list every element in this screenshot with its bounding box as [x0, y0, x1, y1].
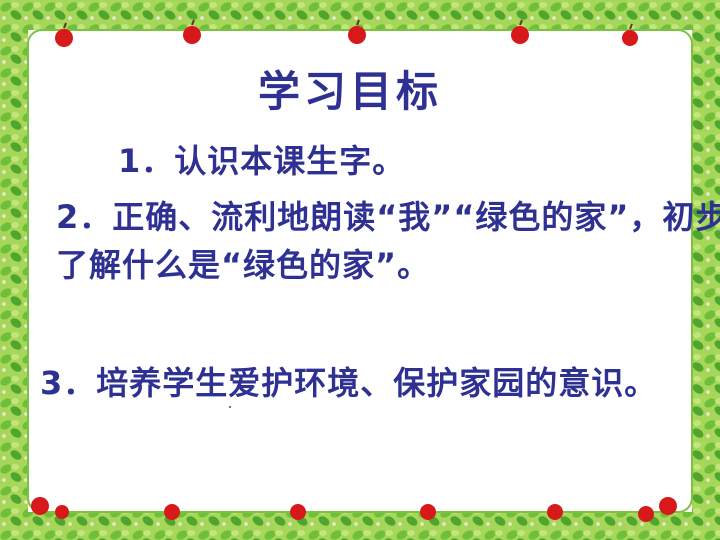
goal-line-2-cont: 了解什么是“绿色的家”。 — [56, 246, 431, 284]
goal-line-1: 1．认识本课生字。 — [118, 142, 406, 180]
slide: 学习目标 1．认识本课生字。 2．正确、流利地朗读“我”“绿色的家”，初步 了解… — [0, 0, 720, 540]
goal-line-2: 2．正确、流利地朗读“我”“绿色的家”，初步 — [56, 198, 720, 236]
goal-line-3: 3．培养学生爱护环境、保护家园的意识。 — [40, 364, 658, 402]
stray-dot — [229, 406, 231, 408]
slide-title: 学习目标 — [258, 67, 443, 116]
